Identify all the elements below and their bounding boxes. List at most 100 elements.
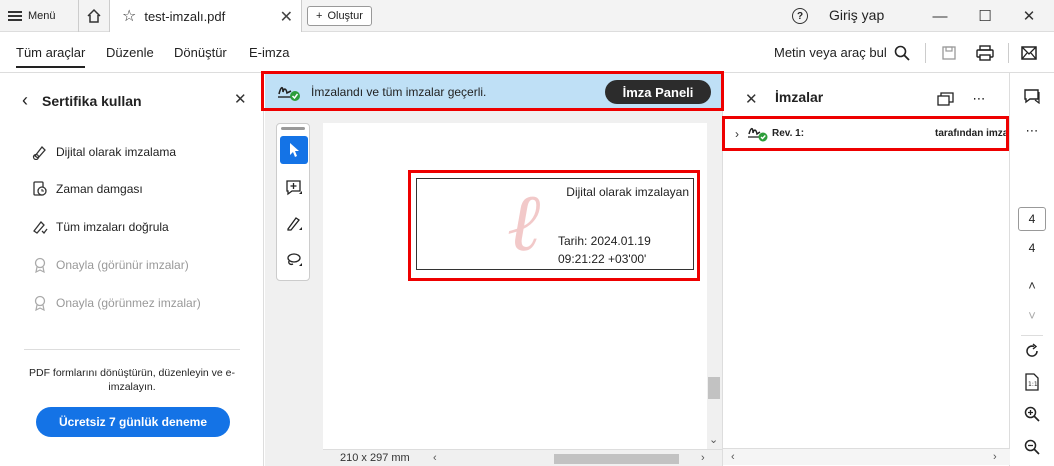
scrollbar-thumb[interactable]: [708, 377, 720, 399]
menu-certify-invisible: Onayla (görünmez imzalar): [32, 295, 201, 311]
menu-item-label: Onayla (görünmez imzalar): [56, 296, 201, 310]
pdf-page: [323, 123, 707, 451]
certify-invisible-icon: [34, 295, 46, 311]
pen-icon: [287, 217, 302, 231]
draw-tool-button[interactable]: [280, 246, 308, 274]
signed-by-text: tarafından imzalandı: [935, 128, 1009, 139]
print-icon[interactable]: [973, 41, 997, 65]
document-tab[interactable]: ☆ test-imzalı.pdf ✕: [110, 0, 302, 32]
document-area: İmzalandı ve tüm imzalar geçerli. İmza P…: [265, 73, 722, 466]
menu-item-label: Dijital olarak imzalama: [56, 145, 177, 159]
toolbar-divider: [1008, 43, 1009, 63]
timestamp-icon: [33, 181, 47, 196]
signature-time: 09:21:22 +03'00': [558, 252, 647, 266]
quick-tools-bar: [276, 123, 310, 281]
create-button[interactable]: + Oluştur: [307, 6, 372, 26]
back-chevron-icon[interactable]: ‹: [22, 90, 28, 111]
menu-digitally-sign[interactable]: Dijital olarak imzalama: [32, 144, 176, 160]
zoom-in-icon[interactable]: [1020, 402, 1044, 426]
rail-divider: [1021, 335, 1043, 336]
save-icon[interactable]: [937, 41, 961, 65]
left-panel-divider: [24, 349, 240, 350]
toolbar-divider: [925, 43, 926, 63]
signatures-panel-close-icon[interactable]: ✕: [745, 90, 758, 108]
expand-chevron-icon[interactable]: ›: [735, 127, 739, 141]
valid-signature-icon: [278, 86, 300, 101]
left-panel-title: Sertifika kullan: [42, 92, 142, 109]
signature-watermark-icon: ℓ: [507, 176, 541, 269]
menu-item-label: Onayla (görünür imzalar): [56, 258, 189, 272]
scroll-right-icon[interactable]: ›: [701, 452, 705, 464]
cursor-icon: [290, 143, 299, 157]
select-tool-button[interactable]: [280, 136, 308, 164]
scroll-down-icon[interactable]: ⌄: [709, 433, 718, 446]
page-fit-icon[interactable]: 1:1: [1020, 370, 1044, 394]
mail-icon[interactable]: [1017, 41, 1041, 65]
svg-text:1:1: 1:1: [1028, 381, 1038, 388]
tab-title: test-imzalı.pdf: [144, 8, 226, 24]
signatures-horizontal-scrollbar[interactable]: ‹ ›: [723, 448, 1010, 465]
signature-field[interactable]: ℓ Dijital olarak imzalayan Tarih: 2024.0…: [416, 178, 694, 270]
home-button[interactable]: [78, 0, 110, 32]
menu-certify-visible: Onayla (görünür imzalar): [32, 257, 189, 273]
valid-signature-icon: [748, 127, 768, 142]
tab-all-tools[interactable]: Tüm araçlar: [16, 45, 86, 68]
close-tab-icon[interactable]: ✕: [280, 7, 293, 27]
create-label: Oluştur: [327, 10, 363, 22]
star-icon[interactable]: ☆: [122, 6, 136, 26]
search-icon[interactable]: [890, 41, 914, 65]
expand-panel-icon[interactable]: [935, 88, 957, 110]
certify-visible-icon: [34, 257, 46, 273]
window-close-icon[interactable]: ✕: [1017, 4, 1041, 28]
free-trial-button[interactable]: Ücretsiz 7 günlük deneme: [36, 407, 230, 437]
highlight-tool-button[interactable]: [280, 210, 308, 238]
comment-add-icon: [286, 180, 302, 196]
signature-signed-by: Dijital olarak imzalayan: [566, 185, 689, 199]
right-rail: ⋯ 4 4 ˄ ˅ 1:1: [1011, 73, 1054, 466]
status-bar: 210 x 297 mm ‹ ›: [323, 449, 722, 466]
horizontal-scrollbar[interactable]: ‹ ›: [433, 452, 713, 465]
title-bar: Menü ☆ test-imzalı.pdf ✕ + Oluştur ? Gir…: [0, 0, 1054, 32]
current-page-input[interactable]: 4: [1018, 207, 1046, 231]
rail-more-icon[interactable]: ⋯: [1020, 119, 1044, 143]
main-toolbar: Tüm araçlar Düzenle Dönüştür E-imza Meti…: [0, 33, 1054, 73]
menu-timestamp[interactable]: Zaman damgası: [32, 181, 143, 197]
pen-certificate-icon: [32, 146, 46, 160]
menu-item-label: Tüm imzaları doğrula: [56, 220, 169, 234]
find-tool-label[interactable]: Metin veya araç bul: [774, 45, 887, 60]
previous-page-icon[interactable]: ˄: [1020, 273, 1044, 297]
menu-label: Menü: [28, 10, 56, 22]
maximize-icon[interactable]: ☐: [973, 4, 997, 28]
next-page-icon: ˅: [1028, 307, 1036, 323]
rotate-icon[interactable]: [1020, 339, 1044, 363]
signatures-panel-title: İmzalar: [775, 89, 824, 105]
minimize-icon[interactable]: —: [928, 4, 952, 28]
add-comment-button[interactable]: [280, 174, 308, 202]
zoom-out-icon[interactable]: [1020, 435, 1044, 459]
home-icon: [87, 8, 101, 23]
login-button[interactable]: Giriş yap: [829, 7, 884, 23]
left-panel: ‹ Sertifika kullan ✕ Dijital olarak imza…: [0, 73, 264, 466]
page-size: 210 x 297 mm: [340, 452, 410, 464]
signatures-panel: ✕ İmzalar ⋯ › Rev. 1: tarafından imzalan…: [722, 73, 1010, 466]
signature-revision-row[interactable]: › Rev. 1: tarafından imzalandı: [725, 119, 1009, 149]
menu-verify-signatures[interactable]: Tüm imzaları doğrula: [32, 219, 169, 235]
signature-panel-button[interactable]: İmza Paneli: [605, 80, 711, 104]
tab-esign[interactable]: E-imza: [249, 45, 289, 60]
scrollbar-thumb[interactable]: [554, 454, 679, 464]
more-options-icon[interactable]: ⋯: [968, 88, 990, 110]
hamburger-icon: [8, 11, 22, 21]
tab-convert[interactable]: Dönüştür: [174, 45, 227, 60]
banner-message: İmzalandı ve tüm imzalar geçerli.: [311, 85, 487, 99]
drag-handle[interactable]: [281, 127, 305, 130]
left-panel-close-icon[interactable]: ✕: [234, 90, 247, 108]
plus-icon: +: [316, 10, 323, 22]
vertical-scrollbar[interactable]: ⌄: [707, 123, 722, 451]
menu-button[interactable]: Menü: [8, 6, 56, 26]
scroll-right-icon[interactable]: ›: [993, 451, 997, 463]
help-icon[interactable]: ?: [792, 8, 808, 24]
tab-edit[interactable]: Düzenle: [106, 45, 154, 60]
comments-icon[interactable]: [1020, 84, 1044, 108]
scroll-left-icon[interactable]: ‹: [433, 452, 437, 464]
scroll-left-icon[interactable]: ‹: [731, 451, 735, 463]
